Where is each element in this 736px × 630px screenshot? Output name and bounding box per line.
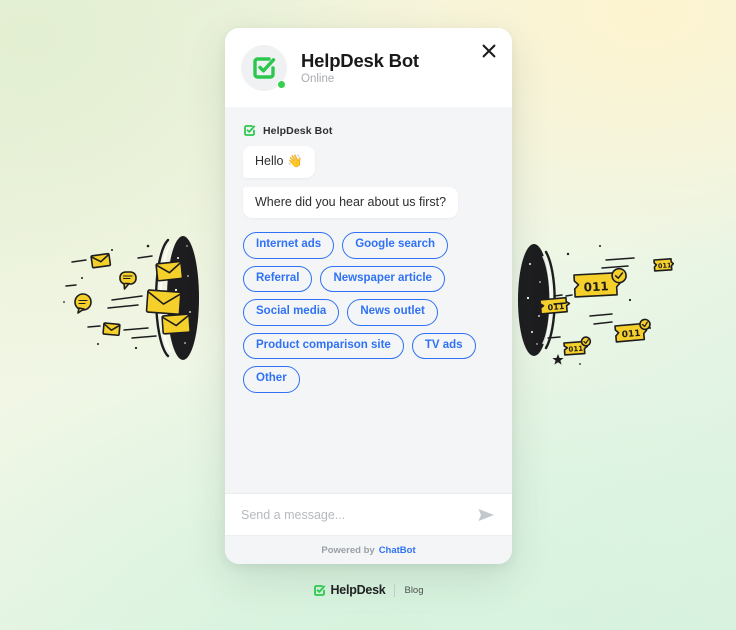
header-text: HelpDesk Bot Online <box>301 50 419 85</box>
helpdesk-brand-label: HelpDesk <box>330 583 386 597</box>
quick-reply-newspaper-article[interactable]: Newspaper article <box>320 265 445 293</box>
quick-reply-google-search[interactable]: Google search <box>342 232 449 259</box>
svg-text:011: 011 <box>568 345 583 354</box>
page-footer: HelpDesk Blog <box>0 583 736 597</box>
helpdesk-check-icon <box>244 125 256 136</box>
close-button[interactable] <box>478 40 500 62</box>
svg-text:011: 011 <box>658 261 673 270</box>
close-icon <box>482 44 496 58</box>
footer-divider <box>394 583 396 597</box>
powered-by-label: Powered by <box>321 544 375 556</box>
powered-by-footer: Powered by ChatBot <box>225 535 512 564</box>
quick-reply-news-outlet[interactable]: News outlet <box>347 299 438 326</box>
quick-reply-social-media[interactable]: Social media <box>243 299 340 326</box>
bot-message-bubble: Hello 👋 <box>243 146 315 178</box>
sender-name: HelpDesk Bot <box>263 124 333 137</box>
quick-reply-referral[interactable]: Referral <box>243 265 313 293</box>
chat-messages-area: HelpDesk Bot Hello 👋 Where did you hear … <box>225 107 512 493</box>
quick-reply-internet-ads[interactable]: Internet ads <box>243 232 335 259</box>
message-input[interactable] <box>241 507 469 522</box>
quick-reply-other[interactable]: Other <box>243 366 300 393</box>
chat-header: HelpDesk Bot Online <box>225 28 512 107</box>
status-badge: Online <box>301 73 335 86</box>
page-background: 011 011 011 011 011 HelpDesk Bot Online … <box>0 0 736 630</box>
blog-link[interactable]: Blog <box>404 585 423 596</box>
bot-message-bubble: Where did you hear about us first? <box>243 186 459 219</box>
helpdesk-logo[interactable]: HelpDesk <box>313 583 386 597</box>
svg-text:011: 011 <box>547 302 565 312</box>
quick-reply-product-comparison-site[interactable]: Product comparison site <box>243 332 404 360</box>
portal-with-envelopes-illustration <box>63 236 199 360</box>
message-compose-bar <box>225 493 512 535</box>
helpdesk-check-icon <box>253 56 276 79</box>
avatar <box>241 44 287 91</box>
page-title: HelpDesk Bot <box>301 49 419 71</box>
svg-text:011: 011 <box>621 329 641 341</box>
message-sender: HelpDesk Bot <box>243 124 494 137</box>
quick-reply-tv-ads[interactable]: TV ads <box>411 332 476 360</box>
quick-reply-list: Internet ads Google search Referral News… <box>243 232 494 393</box>
chat-widget: HelpDesk Bot Online HelpDesk Bot Hello 👋… <box>225 28 512 564</box>
svg-text:011: 011 <box>583 279 609 294</box>
send-icon <box>478 508 494 521</box>
send-button[interactable] <box>469 507 496 523</box>
helpdesk-check-icon <box>313 584 325 596</box>
portal-with-tickets-illustration: 011 011 011 011 011 <box>518 244 675 365</box>
chatbot-brand-link[interactable]: ChatBot <box>379 545 416 556</box>
online-status-dot <box>277 79 286 89</box>
